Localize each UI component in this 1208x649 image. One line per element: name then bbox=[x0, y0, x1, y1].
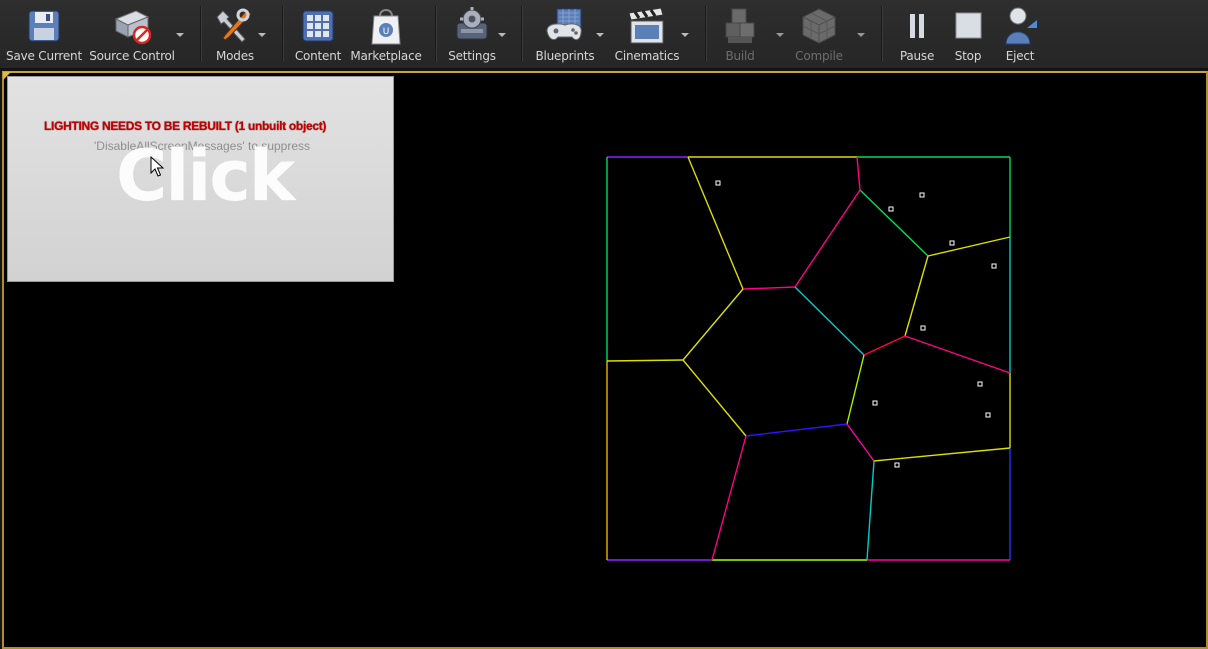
voronoi-seed-point bbox=[919, 192, 925, 198]
voronoi-edge bbox=[904, 255, 929, 337]
mouse-cursor-icon bbox=[150, 155, 165, 183]
click-overlay-text: Click bbox=[116, 135, 295, 217]
voronoi-edge bbox=[873, 447, 1011, 462]
voronoi-seed-point bbox=[872, 400, 878, 406]
voronoi-edge bbox=[711, 435, 747, 561]
voronoi-edge bbox=[856, 156, 861, 191]
voronoi-seed-point bbox=[920, 325, 926, 331]
voronoi-seed-point bbox=[991, 263, 997, 269]
voronoi-edge bbox=[742, 286, 796, 290]
voronoi-edge bbox=[794, 286, 865, 356]
voronoi-seed-point bbox=[888, 206, 894, 212]
voronoi-edge bbox=[859, 189, 929, 257]
voronoi-seed-point bbox=[715, 180, 721, 186]
lighting-warning-text: LIGHTING NEEDS TO BE REBUILT (1 unbuilt … bbox=[44, 119, 327, 133]
voronoi-edge bbox=[863, 335, 906, 356]
voronoi-edge bbox=[794, 189, 861, 288]
voronoi-seed-point bbox=[977, 381, 983, 387]
voronoi-seed-point bbox=[949, 240, 955, 246]
voronoi-edge bbox=[606, 359, 684, 362]
voronoi-edge bbox=[866, 460, 875, 561]
voronoi-edge bbox=[927, 236, 1011, 257]
voronoi-edge bbox=[687, 156, 744, 290]
voronoi-edge bbox=[904, 335, 1011, 374]
voronoi-seed-point bbox=[985, 412, 991, 418]
voronoi-edge bbox=[846, 354, 865, 425]
voronoi-edge bbox=[682, 288, 744, 361]
voronoi-edge bbox=[745, 423, 848, 437]
voronoi-seed-point bbox=[894, 462, 900, 468]
voronoi-edge bbox=[682, 359, 747, 437]
voronoi-edge bbox=[846, 423, 875, 462]
